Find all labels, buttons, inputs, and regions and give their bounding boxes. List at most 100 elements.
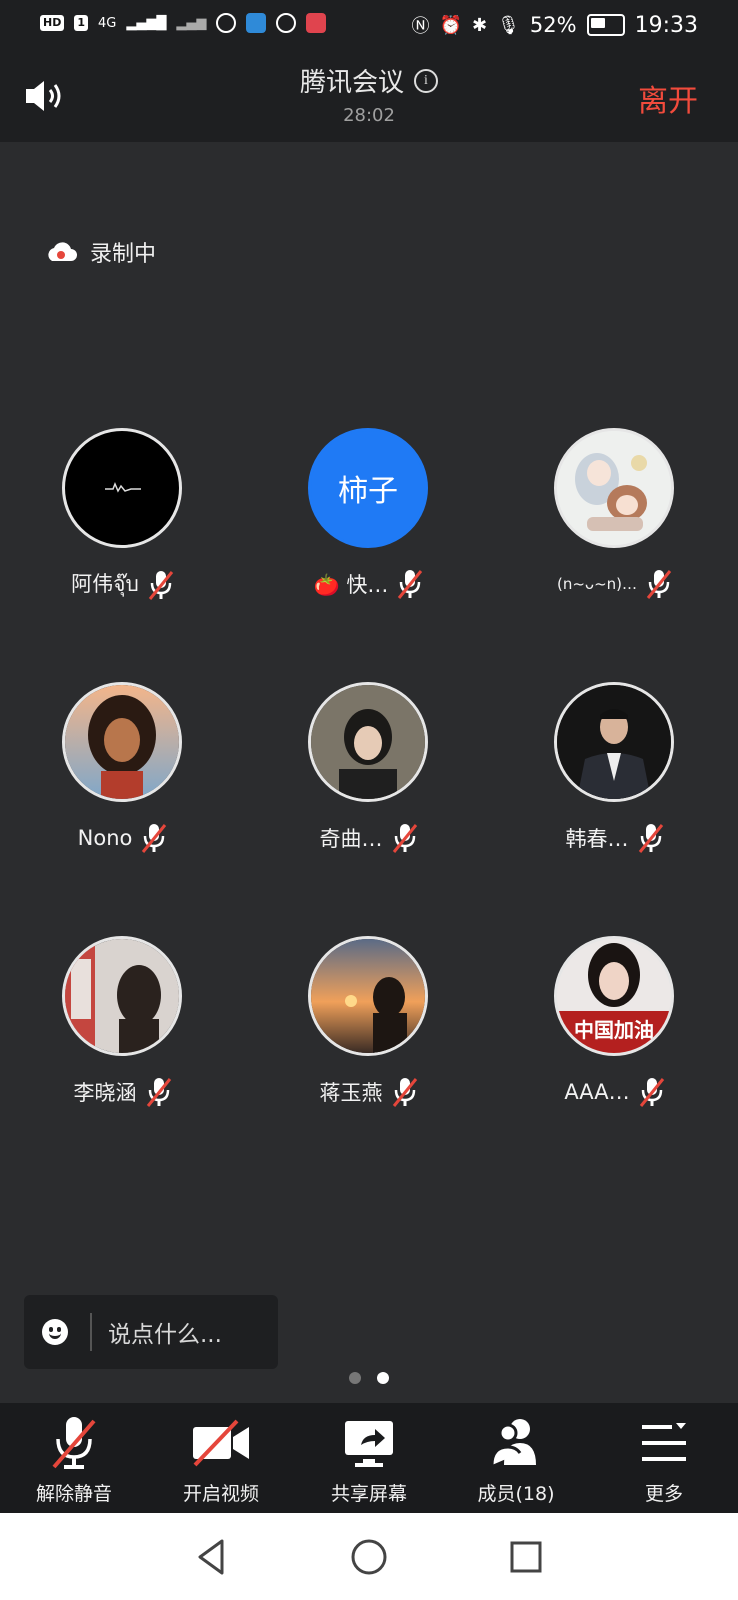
participant-name: Nono	[77, 826, 133, 850]
chat-divider	[90, 1313, 92, 1351]
video-button[interactable]: 开启视频	[147, 1415, 295, 1506]
participant-nameline: 蒋玉燕	[246, 1076, 492, 1108]
participant-nameline: Nono	[0, 822, 246, 854]
meeting-toolbar: 解除静音 开启视频 共享屏幕 成员(18) 更多	[0, 1403, 738, 1513]
share-screen-icon	[345, 1421, 393, 1467]
shield-icon	[216, 13, 237, 33]
chat-placeholder[interactable]: 说点什么...	[108, 1315, 222, 1349]
book-app-icon	[306, 13, 327, 33]
share-screen-button[interactable]: 共享屏幕	[295, 1415, 443, 1506]
participant-name: 韩春…	[565, 827, 629, 851]
back-icon[interactable]	[192, 1537, 232, 1577]
status-left: HD 1 4G ▂▄▆█ ▂▄▆	[40, 13, 327, 33]
mic-muted-icon	[639, 1078, 664, 1107]
clock: 19:33	[634, 12, 698, 38]
photo-avatar-image	[557, 939, 671, 1011]
recording-indicator: 录制中	[44, 236, 156, 268]
more-button[interactable]: 更多	[590, 1415, 738, 1506]
video-off-icon	[193, 1419, 249, 1467]
video-label: 开启视频	[182, 1483, 259, 1505]
mic-status-icon: 🎙	[497, 14, 520, 36]
participant-nameline: 韩春…	[492, 822, 738, 854]
sim-chip: 1	[74, 15, 88, 31]
leave-button[interactable]: 离开	[638, 76, 698, 120]
share-screen-label: 共享屏幕	[330, 1483, 407, 1505]
anime-avatar-image	[557, 431, 671, 545]
title-block: 腾讯会议 i 28:02	[0, 62, 738, 126]
mic-muted-icon	[146, 1078, 171, 1107]
info-icon[interactable]: i	[414, 68, 438, 93]
status-bar: HD 1 4G ▂▄▆█ ▂▄▆ Ⓝ ⏰ ✱ 🎙 52% 19:33	[0, 0, 738, 52]
recents-icon[interactable]	[506, 1537, 546, 1577]
participant-name: 🍅 快…	[313, 573, 389, 597]
unmute-label: 解除静音	[35, 1483, 112, 1505]
participant-tile[interactable]: 柿子 🍅 快…	[246, 428, 492, 678]
page-dot[interactable]	[349, 1372, 361, 1384]
participant-tile[interactable]: 韩春…	[492, 682, 738, 932]
mic-muted-icon	[392, 824, 417, 853]
members-label: 成员(18)	[477, 1483, 555, 1505]
avatar: 柿子	[308, 428, 428, 548]
avatar	[554, 682, 674, 802]
alarm-icon: ⏰	[439, 14, 462, 36]
participant-tile[interactable]: Nono	[0, 682, 246, 932]
mic-muted-icon	[148, 570, 173, 600]
participant-tile[interactable]: 阿伟จุ๊บ	[0, 428, 246, 678]
participant-tile[interactable]: 李晓涵	[0, 936, 246, 1186]
emoji-icon[interactable]	[42, 1319, 68, 1345]
participant-nameline: (n~ᴗ~n)…	[492, 568, 738, 600]
mic-muted-icon	[398, 570, 423, 599]
participant-nameline: AAA…	[492, 1076, 738, 1108]
home-icon[interactable]	[349, 1537, 389, 1577]
mic-muted-icon	[646, 570, 672, 599]
avatar	[62, 936, 182, 1056]
mic-muted-icon	[52, 1417, 96, 1469]
photo-avatar-image	[65, 939, 179, 1053]
signal-icon: ▂▄▆█	[126, 15, 167, 31]
page-dot-active[interactable]	[377, 1372, 389, 1384]
avatar	[308, 682, 428, 802]
avatar	[62, 682, 182, 802]
chat-input[interactable]: 说点什么...	[24, 1295, 278, 1369]
cartoon-avatar-image	[65, 685, 179, 799]
battery-icon	[586, 14, 625, 36]
cloud-icon	[48, 242, 77, 261]
page-indicator	[0, 1372, 738, 1384]
nfc-icon: Ⓝ	[411, 16, 430, 37]
avatar-banner-text: 中国加油	[557, 1011, 671, 1053]
unmute-button[interactable]: 解除静音	[0, 1415, 148, 1506]
members-icon	[490, 1419, 536, 1466]
more-menu-icon	[642, 1423, 686, 1461]
participant-name: 阿伟จุ๊บ	[71, 572, 139, 596]
photo-avatar-image	[557, 685, 671, 799]
participant-name: 蒋玉燕	[319, 1081, 383, 1105]
hand-icon	[276, 13, 297, 33]
participant-nameline: 🍅 快…	[246, 568, 492, 600]
participant-tile[interactable]: 中国加油 AAA…	[492, 936, 738, 1186]
battery-percent: 52%	[529, 13, 577, 37]
bluetooth-icon: ✱	[471, 14, 488, 36]
status-right: Ⓝ ⏰ ✱ 🎙 52% 19:33	[412, 12, 698, 38]
participant-tile[interactable]: 蒋玉燕	[246, 936, 492, 1186]
avatar	[554, 428, 674, 548]
sunset-avatar-image	[311, 939, 425, 1053]
network-label: 4G	[98, 15, 117, 31]
participant-nameline: 奇曲…	[246, 822, 492, 854]
avatar: 中国加油	[554, 936, 674, 1056]
participant-tile[interactable]: (n~ᴗ~n)…	[492, 428, 738, 678]
participant-nameline: 阿伟จุ๊บ	[0, 568, 246, 601]
participant-name: AAA…	[564, 1080, 630, 1104]
recording-label: 录制中	[90, 242, 157, 267]
participant-tile[interactable]: 奇曲…	[246, 682, 492, 932]
hd-chip: HD	[40, 15, 65, 31]
weather-app-icon	[246, 13, 267, 33]
avatar	[62, 428, 182, 548]
signal-off-icon: ▂▄▆	[176, 15, 207, 31]
more-label: 更多	[644, 1483, 683, 1505]
mic-muted-icon	[142, 824, 167, 853]
mic-muted-icon	[638, 824, 663, 853]
participant-name: 李晓涵	[73, 1081, 137, 1105]
members-button[interactable]: 成员(18)	[442, 1415, 590, 1506]
avatar	[308, 936, 428, 1056]
signature-graphic	[105, 482, 141, 493]
